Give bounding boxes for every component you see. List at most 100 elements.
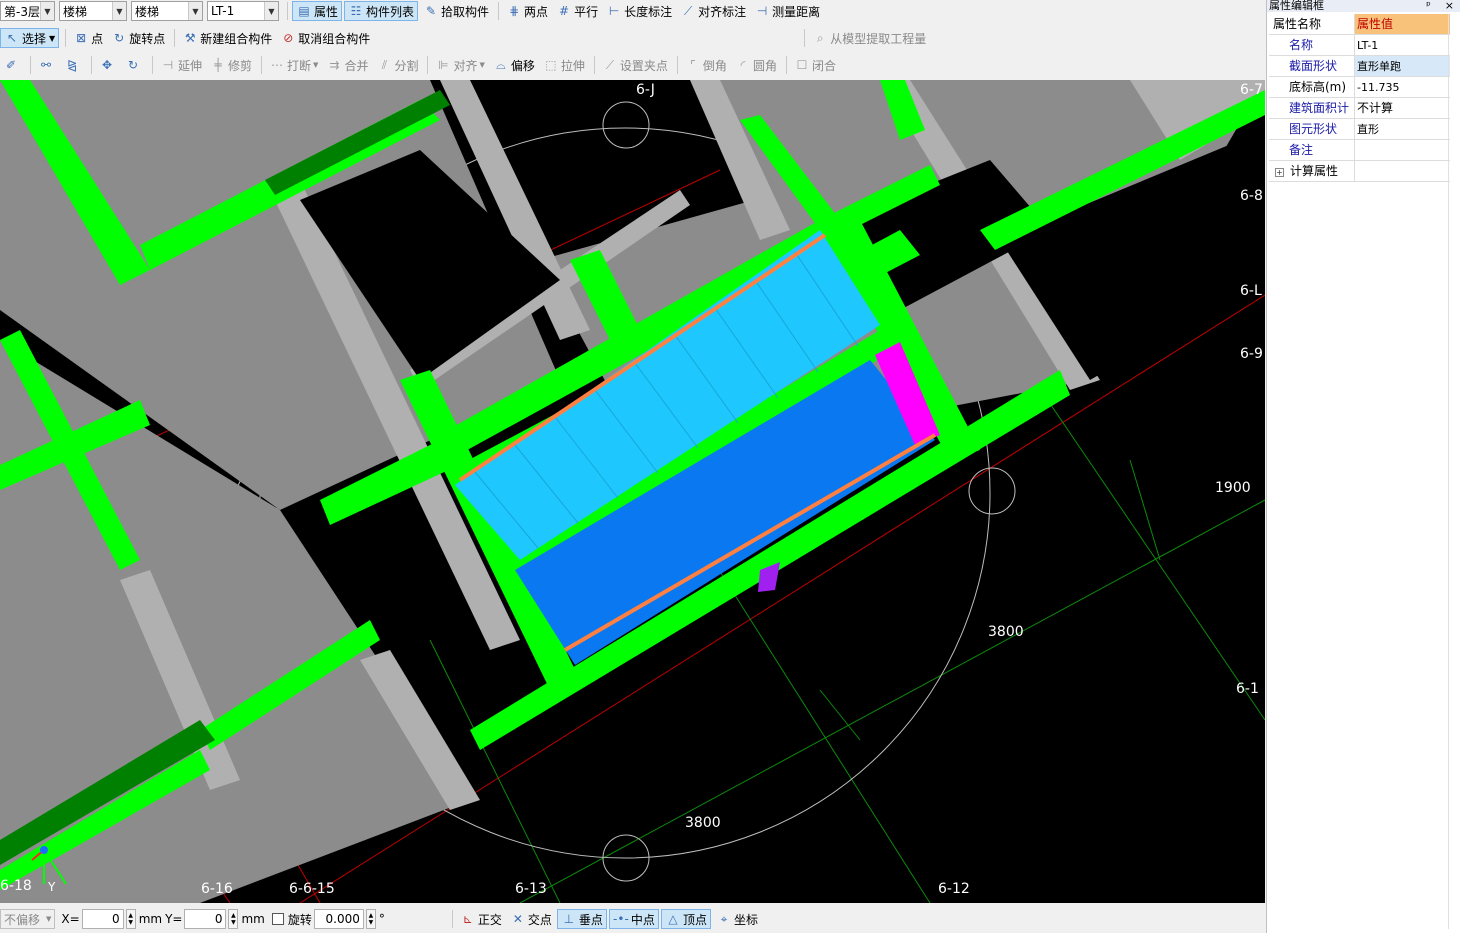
snap-midpoint-button[interactable]: -•- 中点 [608, 909, 659, 929]
offset-mode-value: 不偏移 [4, 912, 41, 927]
property-key: 图元形状 [1269, 119, 1355, 139]
angle-input[interactable]: 0.000 [313, 909, 364, 929]
chevron-down-icon[interactable]: ▼ [49, 34, 55, 43]
y-spinner[interactable]: ▲ ▼ [228, 909, 239, 929]
stretch-label: 拉伸 [560, 58, 585, 73]
axis-label: 6-6-15 [289, 881, 335, 897]
chevron-down-icon[interactable]: ▼ [112, 2, 126, 20]
point-icon: ⊠ [76, 31, 87, 45]
property-panel-scrollbar[interactable] [1448, 14, 1458, 929]
merge-icon: ⇉ [329, 58, 340, 72]
fillet-button[interactable]: ◜ 圆角 [732, 55, 780, 75]
y-label: Y= [165, 912, 183, 926]
offset-button[interactable]: ⌓ 偏移 [490, 55, 538, 75]
trim-button[interactable]: ╪ 修剪 [207, 55, 255, 75]
two-point-button[interactable]: ⋕ 两点 [503, 1, 551, 21]
mirror-button[interactable]: ⧎ [61, 55, 85, 75]
chamfer-button[interactable]: ⌜ 倒角 [682, 55, 730, 75]
align-button[interactable]: ⊫ 对齐 ▼ [432, 55, 487, 75]
floor-select[interactable]: 第-3层 ▼ [0, 1, 55, 21]
properties-icon: ▤ [298, 4, 310, 18]
pin-icon[interactable]: ᵖ [1426, 0, 1431, 12]
select-button[interactable]: ↖ 选择 ▼ [0, 28, 60, 48]
property-row-section[interactable]: 截面形状 直形单跑 [1269, 56, 1450, 77]
chevron-down-icon[interactable]: ▼ [264, 2, 278, 20]
split-button[interactable]: ⫽ 分割 [373, 55, 421, 75]
property-value[interactable] [1355, 140, 1450, 160]
drawing-canvas[interactable]: 6-J 6-7 6-8 6-L 6-9 6-1 6-18 6-16 6-6-15… [0, 80, 1265, 903]
subtype-select[interactable]: 楼梯 ▼ [131, 1, 203, 21]
brush-icon: ✐ [5, 58, 17, 72]
move-button[interactable]: ✥ [96, 55, 120, 75]
parallel-button[interactable]: # 平行 [553, 1, 601, 21]
axis-label: 6-13 [515, 881, 547, 897]
axis-label: 6-12 [938, 881, 970, 897]
break-label: 打断 [287, 58, 312, 73]
rotate-label: 旋转 [287, 912, 312, 927]
merge-button[interactable]: ⇉ 合并 [323, 55, 371, 75]
measure-distance-label: 测量距离 [772, 4, 821, 19]
property-value[interactable]: LT-1 [1355, 35, 1450, 55]
length-dim-button[interactable]: ⊢ 长度标注 [603, 1, 675, 21]
new-group-button[interactable]: ⚒ 新建组合构件 [179, 28, 275, 48]
extract-quantity-button[interactable]: ⌕ 从模型提取工程量 [809, 28, 929, 48]
chevron-down-icon[interactable]: ▼ [479, 61, 484, 69]
measure-distance-button[interactable]: ⊣ 测量距离 [751, 1, 823, 21]
pick-component-button[interactable]: ✎ 拾取构件 [420, 1, 492, 21]
property-row-calc[interactable]: + 计算属性 [1269, 161, 1450, 182]
close-shape-button[interactable]: ☐ 闭合 [791, 55, 839, 75]
snap-coord-button[interactable]: ⌖ 坐标 [713, 909, 761, 929]
component-list-button[interactable]: ☷ 构件列表 [344, 1, 419, 21]
property-value[interactable]: -11.735 [1355, 77, 1450, 97]
brush-button[interactable]: ✐ [0, 55, 24, 75]
component-select[interactable]: LT-1 ▼ [207, 1, 279, 21]
properties-button[interactable]: ▤ 属性 [292, 1, 343, 21]
stretch-button[interactable]: ⬚ 拉伸 [540, 55, 588, 75]
property-row-name[interactable]: 名称 LT-1 [1269, 35, 1450, 56]
property-header-row: 属性名称 属性值 [1269, 14, 1450, 35]
snap-perp-button[interactable]: ⊥ 垂点 [556, 909, 607, 929]
calc-group[interactable]: + 计算属性 [1269, 161, 1355, 181]
chevron-down-icon[interactable]: ▼ [46, 915, 51, 923]
rotate-button[interactable]: ↻ [122, 55, 146, 75]
extend-label: 延伸 [178, 58, 203, 73]
property-row-shape[interactable]: 图元形状 直形 [1269, 119, 1450, 140]
category-select[interactable]: 楼梯 ▼ [59, 1, 127, 21]
coordinate-icon: ⌖ [720, 912, 728, 926]
chevron-down-icon[interactable]: ▼ [40, 2, 54, 20]
property-value[interactable]: 不计算 [1355, 98, 1450, 118]
snap-intersect-button[interactable]: ✕ 交点 [507, 909, 555, 929]
y-input[interactable]: 0 [184, 909, 227, 929]
chevron-down-icon[interactable]: ▼ [188, 2, 202, 20]
set-grip-button[interactable]: ⟋ 设置夹点 [599, 55, 671, 75]
aligned-dim-button[interactable]: ⟋ 对齐标注 [677, 1, 749, 21]
copy-button[interactable]: ⚯ [35, 55, 59, 75]
x-input[interactable]: 0 [81, 909, 124, 929]
point-button[interactable]: ⊠ 点 [70, 28, 106, 48]
rotate-checkbox[interactable] [271, 913, 284, 925]
rotate-point-button[interactable]: ↻ 旋转点 [108, 28, 168, 48]
property-value[interactable]: 直形单跑 [1355, 56, 1450, 76]
close-icon[interactable]: × [1445, 0, 1454, 12]
property-panel: 属性编辑框 ᵖ × 属性名称 属性值 名称 LT-1 截面形状 直形单跑 底标高… [1266, 0, 1460, 933]
axis-label: 6-L [1240, 283, 1262, 299]
property-row-elevation[interactable]: 底标高(m) -11.735 [1269, 77, 1450, 98]
cancel-group-button[interactable]: ⊘ 取消组合构件 [277, 28, 373, 48]
property-value[interactable]: 直形 [1355, 119, 1450, 139]
expand-icon[interactable]: + [1275, 168, 1284, 177]
vertex-icon: △ [668, 912, 678, 926]
axis-label: 6-1 [1236, 681, 1259, 697]
offset-mode-select[interactable]: 不偏移 ▼ [0, 909, 56, 929]
category-select-value: 楼梯 [63, 4, 88, 19]
property-row-area[interactable]: 建筑面积计 不计算 [1269, 98, 1450, 119]
snap-vertex-button[interactable]: △ 顶点 [660, 909, 711, 929]
chevron-down-icon[interactable]: ▼ [313, 61, 318, 69]
property-row-remark[interactable]: 备注 [1269, 140, 1450, 161]
break-button[interactable]: ⋯ 打断 ▼ [266, 55, 321, 75]
x-spinner[interactable]: ▲ ▼ [125, 909, 136, 929]
extend-button[interactable]: ⊣ 延伸 [157, 55, 205, 75]
separator [152, 56, 153, 74]
fillet-icon: ◜ [740, 58, 746, 72]
angle-spinner[interactable]: ▲ ▼ [365, 909, 376, 929]
snap-ortho-button[interactable]: ⊾ 正交 [457, 909, 505, 929]
